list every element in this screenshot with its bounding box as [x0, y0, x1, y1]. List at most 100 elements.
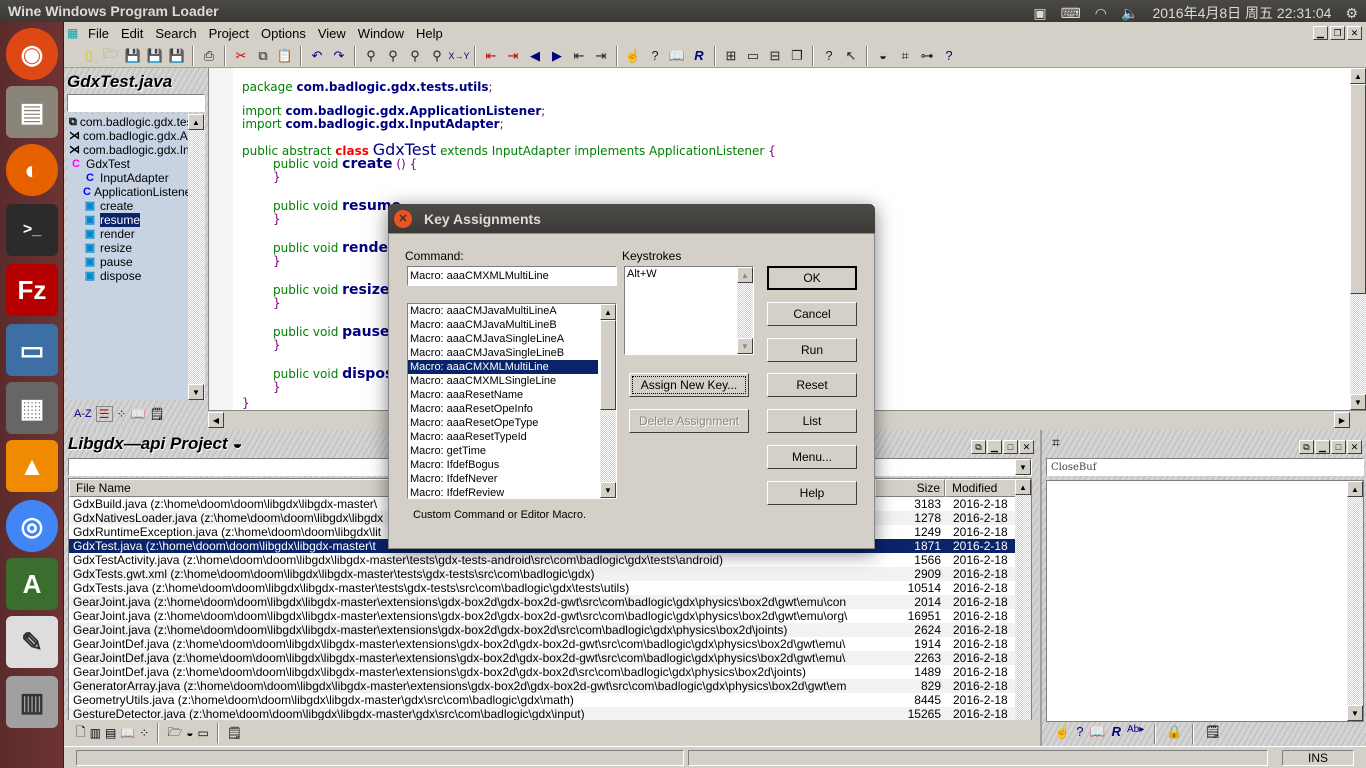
tree-view-icon[interactable]: ▥ [90, 726, 101, 740]
scroll-thumb[interactable] [600, 320, 616, 410]
dialog-close-button[interactable]: ✕ [394, 209, 412, 228]
paste-icon[interactable]: 📋 [274, 46, 296, 66]
keystroke-item[interactable]: Alt+W [625, 267, 753, 281]
mdi-close-button[interactable]: ✕ [1347, 26, 1362, 40]
undo-icon[interactable]: ↶ [306, 46, 328, 66]
command-item[interactable]: Macro: aaaCMJavaMultiLineA [408, 304, 598, 318]
scroll-down-button[interactable]: ▼ [1350, 394, 1366, 410]
assign-new-key-button[interactable]: Assign New Key... [629, 373, 749, 397]
command-item[interactable]: Macro: aaaCMJavaSingleLineB [408, 346, 598, 360]
command-item[interactable]: Macro: aaaCMXMLSingleLine [408, 374, 598, 388]
command-item[interactable]: Macro: aaaResetOpeType [408, 416, 598, 430]
scroll-thumb[interactable] [1350, 84, 1366, 294]
combo-dropdown-button[interactable]: ▼ [1015, 459, 1031, 475]
editor-vscroll[interactable]: ▲ ▼ [1350, 68, 1366, 410]
scroll-up-button[interactable]: ▲ [1350, 68, 1366, 84]
scroll-up-button[interactable]: ▲ [1347, 481, 1363, 497]
back-icon[interactable]: ◀ [524, 46, 546, 66]
replace-icon[interactable]: X→Y [448, 46, 470, 66]
command-item[interactable]: Macro: getTime [408, 444, 598, 458]
menu-options[interactable]: Options [255, 26, 312, 41]
panel-dock-button[interactable]: ⧉ [971, 440, 986, 454]
forward-icon[interactable]: ▶ [546, 46, 568, 66]
outdent-icon[interactable]: ⇤ [568, 46, 590, 66]
find-prev-icon[interactable]: ⚲ [382, 46, 404, 66]
save-icon[interactable]: 💾 [122, 46, 144, 66]
keystrokes-scrollbar[interactable]: ▲ ▼ [737, 267, 753, 354]
save-all-icon[interactable]: 💾 [166, 46, 188, 66]
book-icon[interactable]: 📖 [666, 46, 688, 66]
reset-button[interactable]: Reset [767, 373, 857, 397]
cut-icon[interactable]: ✂ [230, 46, 252, 66]
delete-assignment-button[interactable]: Delete Assignment [629, 409, 749, 433]
clock[interactable]: 2016年4月8日 周五 22:31:04 [1152, 3, 1331, 23]
scroll-up-button[interactable]: ▲ [1015, 479, 1031, 495]
volume-icon[interactable]: 🔈 [1121, 5, 1138, 22]
command-item[interactable]: Macro: IfdefNever [408, 472, 598, 486]
wifi-icon[interactable]: ◠ [1095, 5, 1107, 22]
panel-close-button[interactable]: ✕ [1019, 440, 1034, 454]
find-in-files-icon[interactable]: ⚲ [426, 46, 448, 66]
book-icon[interactable]: 📖 [131, 407, 146, 421]
symbols-view-icon[interactable]: ▤ [105, 726, 116, 740]
settings-gear-icon[interactable]: ⚙ [1345, 5, 1358, 22]
right-panel-field[interactable]: CloseBuf [1046, 458, 1364, 476]
bookmark-icon[interactable]: ☝ [622, 46, 644, 66]
scroll-right-button[interactable]: ▶ [1334, 412, 1350, 428]
file-list-scrollbar[interactable]: ▲ ▼ [1015, 479, 1031, 743]
calculator-icon[interactable]: ▦ [6, 382, 58, 434]
scroll-up-button[interactable]: ▲ [188, 114, 204, 130]
remote-desktop-icon[interactable]: ▭ [6, 324, 58, 376]
help-button[interactable]: Help [767, 481, 857, 505]
vlc-icon[interactable]: ▲ [6, 440, 58, 492]
split-v-icon[interactable]: ❐ [786, 46, 808, 66]
find-next-icon[interactable]: ⚲ [404, 46, 426, 66]
panel-dock-button[interactable]: ⧉ [1299, 440, 1314, 454]
mdi-restore-button[interactable]: ❐ [1330, 26, 1345, 40]
tile-icon[interactable]: ⊞ [720, 46, 742, 66]
tree-item[interactable]: ▣ dispose [67, 269, 188, 283]
scroll-down-button[interactable]: ▼ [600, 482, 616, 498]
command-item[interactable]: Macro: aaaResetName [408, 388, 598, 402]
panel-maximize-button[interactable]: □ [1331, 440, 1346, 454]
new-file-icon[interactable]: ▯ [78, 46, 100, 66]
save-as-icon[interactable]: 💾 [144, 46, 166, 66]
regex-icon[interactable]: R [688, 46, 710, 66]
open-folder-icon[interactable]: 🗁 [167, 723, 182, 744]
mdi-minimize-button[interactable]: ▁ [1313, 26, 1328, 40]
file-row[interactable]: GdxTests.java (z:\home\doom\doom\libgdx\… [69, 581, 1031, 595]
symbol-search-input[interactable] [67, 94, 205, 112]
command-list-scrollbar[interactable]: ▲ ▼ [600, 304, 616, 498]
tree-item[interactable]: ▣ create [67, 199, 188, 213]
help-topic-icon[interactable]: ? [644, 46, 666, 66]
jump-next-icon[interactable]: ⇥ [502, 46, 524, 66]
hierarchy-icon[interactable]: ⊶ [916, 46, 938, 66]
menu-edit[interactable]: Edit [115, 26, 149, 41]
categories-icon[interactable]: ⁘ [139, 726, 149, 740]
column-size[interactable]: Size [875, 479, 945, 497]
keyboard-icon[interactable]: ⌨ [1061, 5, 1081, 22]
panel-minimize-button[interactable]: ▁ [987, 440, 1002, 454]
file-row[interactable]: GearJoint.java (z:\home\doom\doom\libgdx… [69, 595, 1031, 609]
indent-icon[interactable]: ⇥ [590, 46, 612, 66]
properties-icon[interactable]: 🗒 [227, 726, 242, 740]
scroll-down-button[interactable]: ▼ [1347, 705, 1363, 721]
scroll-left-button[interactable]: ◀ [208, 412, 224, 428]
menu-search[interactable]: Search [149, 26, 202, 41]
abbrev-icon[interactable]: Ab▸ [1127, 724, 1144, 744]
menu-project[interactable]: Project [203, 26, 255, 41]
tree-item[interactable]: C InputAdapter [67, 171, 188, 185]
file-row[interactable]: GeometryUtils.java (z:\home\doom\doom\li… [69, 693, 1031, 707]
menu-help[interactable]: Help [410, 26, 449, 41]
files-view-icon[interactable]: 🗋 [76, 723, 86, 744]
jump-icon[interactable]: ☝ [1054, 724, 1070, 744]
list-view-icon[interactable]: ☰ [95, 406, 113, 422]
file-row[interactable]: GearJoint.java (z:\home\doom\doom\libgdx… [69, 609, 1031, 623]
sort-az-icon[interactable]: A-Z [74, 408, 92, 420]
command-item[interactable]: Macro: aaaCMJavaMultiLineB [408, 318, 598, 332]
panel-close-button[interactable]: ✕ [1347, 440, 1362, 454]
lock-icon[interactable]: 🔒 [1166, 724, 1182, 744]
properties-icon[interactable]: 🗒 [150, 407, 165, 421]
print-icon[interactable]: ⎙ [198, 46, 220, 66]
menu-view[interactable]: View [312, 26, 352, 41]
